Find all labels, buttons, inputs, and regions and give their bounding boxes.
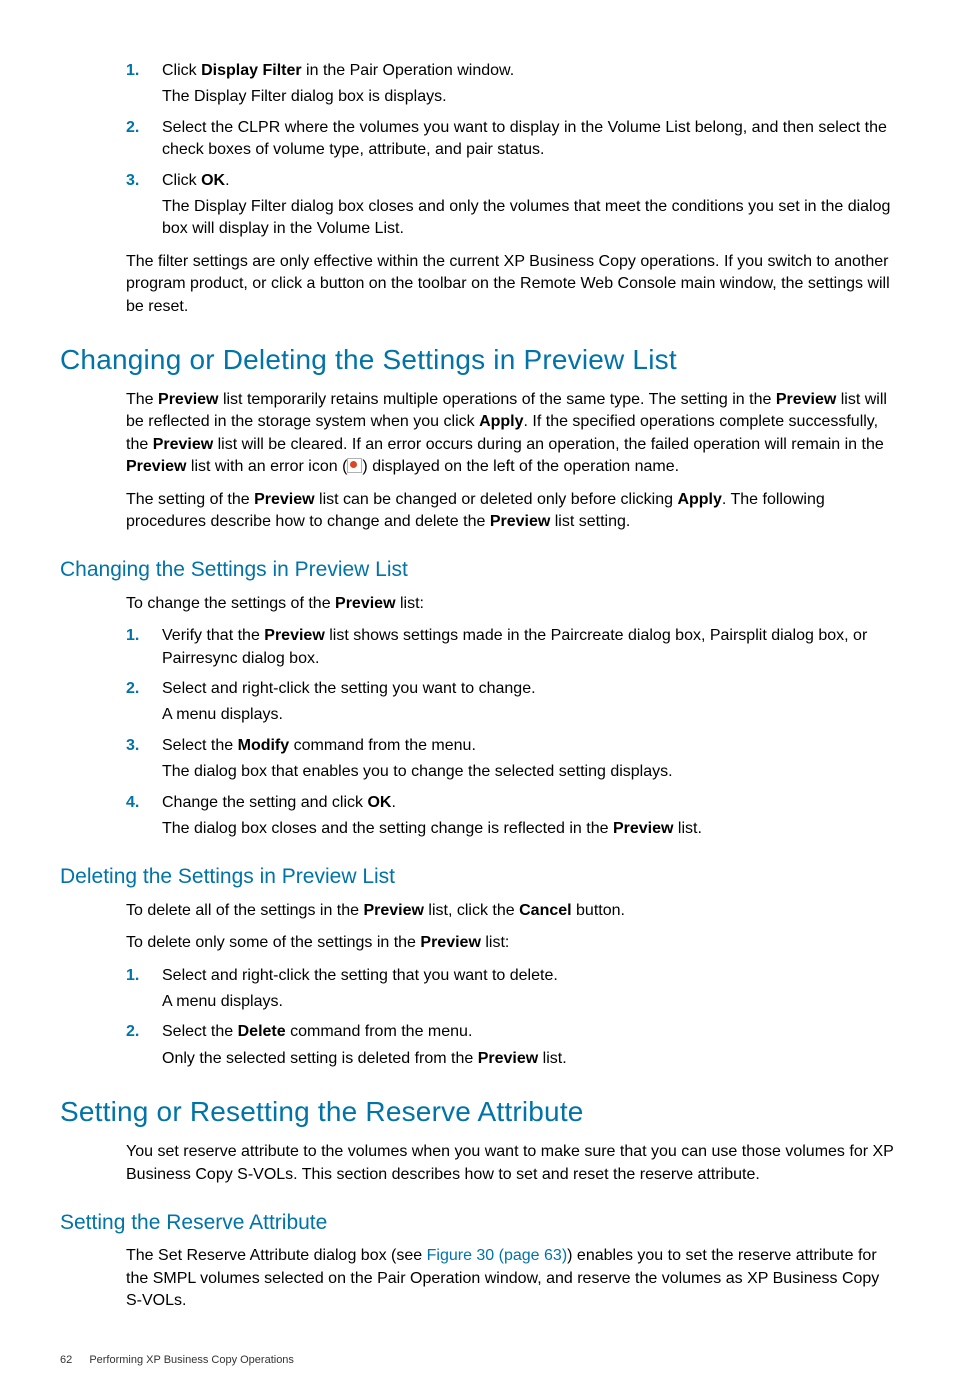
steps-delete-settings: 1. Select and right-click the setting th… (126, 965, 894, 1071)
step-number: 1. (126, 60, 139, 82)
step-number: 3. (126, 170, 139, 192)
step-text: Select the CLPR where the volumes you wa… (162, 119, 887, 158)
error-icon (347, 458, 362, 473)
steps-change-settings: 1. Verify that the Preview list shows se… (126, 625, 894, 840)
list-item: 1. Verify that the Preview list shows se… (126, 625, 894, 670)
paragraph-delete-some: To delete only some of the settings in t… (126, 932, 894, 954)
step-subtext: A menu displays. (162, 704, 894, 726)
step-number: 2. (126, 1021, 139, 1043)
heading-changing-settings: Changing the Settings in Preview List (60, 555, 894, 584)
figure-link[interactable]: Figure 30 (page 63) (427, 1247, 568, 1264)
paragraph-reserve-intro: You set reserve attribute to the volumes… (126, 1141, 894, 1186)
step-text: Click Display Filter in the Pair Operati… (162, 62, 514, 79)
list-item: 2. Select the Delete command from the me… (126, 1021, 894, 1070)
step-subtext: The Display Filter dialog box closes and… (162, 196, 894, 241)
step-text: Select and right-click the setting you w… (162, 680, 536, 697)
step-number: 4. (126, 792, 139, 814)
list-item: 4. Change the setting and click OK. The … (126, 792, 894, 841)
step-text: Click OK. (162, 172, 230, 189)
list-item: 2. Select the CLPR where the volumes you… (126, 117, 894, 162)
step-text: Select the Delete command from the menu. (162, 1023, 472, 1040)
paragraph-filter-note: The filter settings are only effective w… (126, 251, 894, 318)
list-item: 1. Select and right-click the setting th… (126, 965, 894, 1014)
heading-changing-deleting: Changing or Deleting the Settings in Pre… (60, 340, 894, 379)
step-text: Select and right-click the setting that … (162, 967, 558, 984)
paragraph-set-reserve: The Set Reserve Attribute dialog box (se… (126, 1245, 894, 1312)
step-text: Verify that the Preview list shows setti… (162, 627, 867, 666)
page-footer: 62 Performing XP Business Copy Operation… (60, 1353, 894, 1368)
list-item: 3. Click OK. The Display Filter dialog b… (126, 170, 894, 241)
page-number: 62 (60, 1354, 72, 1366)
list-item: 3. Select the Modify command from the me… (126, 735, 894, 784)
step-number: 2. (126, 117, 139, 139)
footer-title: Performing XP Business Copy Operations (89, 1354, 294, 1366)
step-number: 2. (126, 678, 139, 700)
paragraph-preview-desc: The Preview list temporarily retains mul… (126, 389, 894, 479)
heading-deleting-settings: Deleting the Settings in Preview List (60, 862, 894, 891)
heading-setting-reserve: Setting the Reserve Attribute (60, 1208, 894, 1237)
step-number: 1. (126, 965, 139, 987)
paragraph-delete-all: To delete all of the settings in the Pre… (126, 900, 894, 922)
heading-setting-resetting: Setting or Resetting the Reserve Attribu… (60, 1092, 894, 1131)
step-subtext: Only the selected setting is deleted fro… (162, 1048, 894, 1070)
step-subtext: A menu displays. (162, 991, 894, 1013)
step-text: Select the Modify command from the menu. (162, 737, 476, 754)
list-item: 2. Select and right-click the setting yo… (126, 678, 894, 727)
step-text: Change the setting and click OK. (162, 794, 396, 811)
steps-display-filter: 1. Click Display Filter in the Pair Oper… (126, 60, 894, 241)
paragraph-preview-note: The setting of the Preview list can be c… (126, 489, 894, 534)
list-item: 1. Click Display Filter in the Pair Oper… (126, 60, 894, 109)
step-subtext: The Display Filter dialog box is display… (162, 86, 894, 108)
step-subtext: The dialog box that enables you to chang… (162, 761, 894, 783)
step-number: 1. (126, 625, 139, 647)
step-subtext: The dialog box closes and the setting ch… (162, 818, 894, 840)
step-number: 3. (126, 735, 139, 757)
paragraph-change-intro: To change the settings of the Preview li… (126, 593, 894, 615)
